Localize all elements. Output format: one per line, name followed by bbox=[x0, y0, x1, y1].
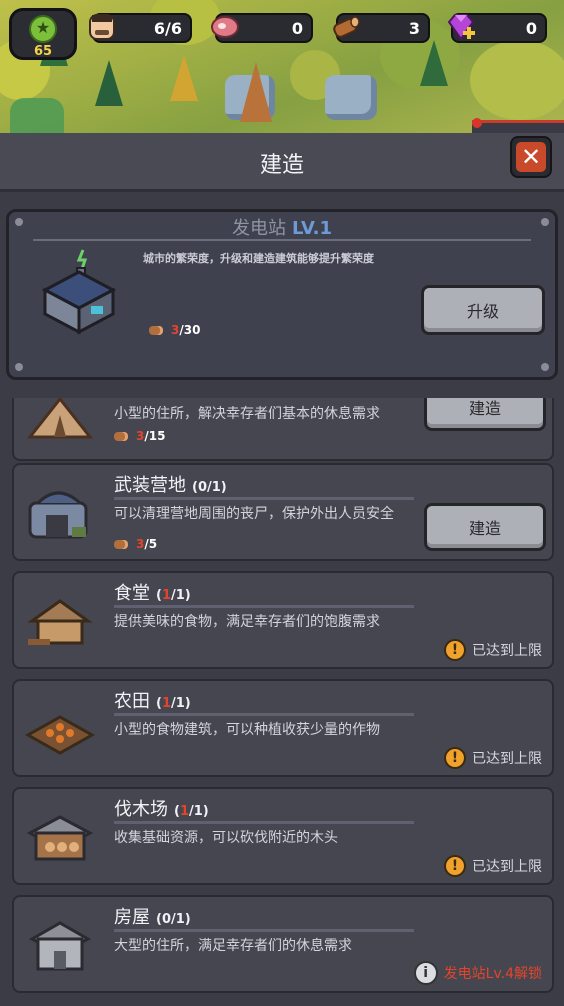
meat-icon bbox=[207, 9, 243, 45]
gem-counter[interactable]: 0 bbox=[447, 13, 547, 43]
building-card-house: 房屋 (0/1) 大型的住所，满足幸存者们的休息需求 i 发电站Lv.4解锁 bbox=[12, 895, 554, 993]
building-desc: 提供美味的食物，满足幸存者们的饱腹需求 bbox=[114, 614, 380, 630]
building-desc: 可以清理营地周围的丧尸，保护外出人员安全 bbox=[114, 506, 394, 522]
armed-camp-icon bbox=[24, 479, 96, 549]
panel-header: 建造 bbox=[0, 133, 564, 192]
close-button[interactable]: ✕ bbox=[510, 136, 552, 178]
build-button[interactable]: 建造 bbox=[424, 398, 546, 431]
farmland-icon bbox=[24, 695, 96, 765]
log-icon bbox=[149, 326, 163, 335]
log-icon bbox=[114, 432, 128, 441]
upgrade-button[interactable]: 升级 bbox=[421, 285, 545, 335]
building-card-tent: 小型的住所，解决幸存者们基本的休息需求 3/15 建造 bbox=[12, 398, 554, 461]
meat-counter[interactable]: 0 bbox=[211, 13, 313, 43]
building-name: 食堂 (1/1) bbox=[114, 583, 191, 604]
wood-count: 3 bbox=[408, 19, 420, 38]
build-cost: 3/15 bbox=[114, 429, 165, 443]
gem-count: 0 bbox=[525, 19, 537, 38]
station-desc: 城市的繁荣度，升级和建造建筑能够提升繁荣度 bbox=[143, 252, 374, 265]
power-station-card: 发电站 LV.1 城市的繁荣度，升级和建造建筑能够提升繁荣度 3/30 升级 bbox=[6, 209, 558, 380]
survivor-face-icon bbox=[84, 9, 120, 45]
info-icon: i bbox=[413, 961, 438, 985]
wood-counter[interactable]: 3 bbox=[333, 13, 430, 43]
building-name: 农田 (1/1) bbox=[114, 691, 191, 712]
unlock-requirement: i 发电站Lv.4解锁 bbox=[413, 961, 542, 985]
warning-icon: ! bbox=[444, 747, 466, 769]
close-icon: ✕ bbox=[516, 142, 546, 172]
player-level: 65 bbox=[33, 44, 53, 59]
build-cost: 3/5 bbox=[114, 537, 157, 551]
station-name: 发电站 bbox=[232, 218, 287, 239]
building-desc: 大型的住所，满足幸存者们的休息需求 bbox=[114, 938, 352, 954]
meat-count: 0 bbox=[291, 19, 303, 38]
tent-icon bbox=[24, 398, 96, 449]
building-card-canteen: 食堂 (1/1) 提供美味的食物，满足幸存者们的饱腹需求 ! 已达到上限 bbox=[12, 571, 554, 669]
power-station-icon bbox=[39, 246, 119, 336]
survivor-count: 6/6 bbox=[153, 19, 182, 38]
house-icon bbox=[24, 911, 96, 981]
warning-icon: ! bbox=[444, 855, 466, 877]
panel-title: 建造 bbox=[259, 153, 304, 178]
resource-bar: ★ 65 6/6 0 3 0 bbox=[0, 6, 564, 60]
survivor-counter[interactable]: 6/6 bbox=[89, 13, 192, 43]
building-name: 伐木场 (1/1) bbox=[114, 799, 209, 820]
building-list[interactable]: 小型的住所，解决幸存者们基本的休息需求 3/15 建造 武装营地 (0/1) 可以… bbox=[0, 398, 564, 1006]
station-level: LV.1 bbox=[292, 218, 332, 239]
building-name: 房屋 (0/1) bbox=[114, 907, 191, 928]
canteen-icon bbox=[24, 587, 96, 657]
station-title: 发电站 LV.1 bbox=[9, 214, 555, 240]
building-name: 武装营地 (0/1) bbox=[114, 475, 227, 496]
building-desc: 小型的住所，解决幸存者们基本的休息需求 bbox=[114, 406, 380, 422]
building-desc: 小型的食物建筑，可以种植收获少量的作物 bbox=[114, 722, 380, 738]
limit-reached: ! 已达到上限 bbox=[444, 747, 542, 769]
building-card-farmland: 农田 (1/1) 小型的食物建筑，可以种植收获少量的作物 ! 已达到上限 bbox=[12, 679, 554, 777]
limit-reached: ! 已达到上限 bbox=[444, 855, 542, 877]
building-card-armed-camp: 武装营地 (0/1) 可以清理营地周围的丧尸，保护外出人员安全 3/5 建造 bbox=[12, 463, 554, 561]
star-icon: ★ bbox=[29, 15, 57, 43]
log-icon bbox=[328, 9, 364, 45]
upgrade-cost: 3/30 bbox=[149, 323, 200, 337]
gem-plus-icon[interactable] bbox=[443, 9, 479, 45]
log-icon bbox=[114, 540, 128, 549]
build-button[interactable]: 建造 bbox=[424, 503, 546, 551]
limit-reached: ! 已达到上限 bbox=[444, 639, 542, 661]
lumber-yard-icon bbox=[24, 803, 96, 873]
player-level-badge[interactable]: ★ 65 bbox=[9, 8, 77, 60]
building-card-lumber-yard: 伐木场 (1/1) 收集基础资源，可以砍伐附近的木头 ! 已达到上限 bbox=[12, 787, 554, 885]
warning-icon: ! bbox=[444, 639, 466, 661]
building-desc: 收集基础资源，可以砍伐附近的木头 bbox=[114, 830, 338, 846]
